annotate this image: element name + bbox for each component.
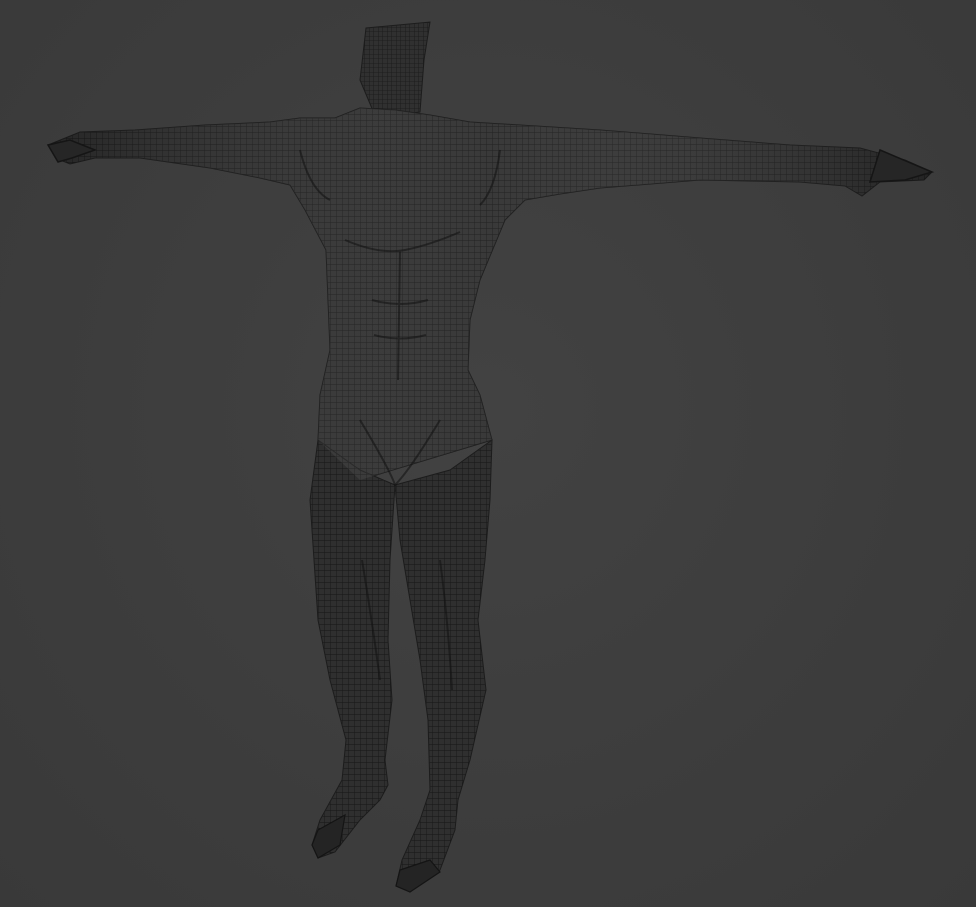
mesh-render <box>46 21 935 893</box>
mesh-leg-left <box>309 439 396 859</box>
3d-viewport[interactable] <box>0 0 976 907</box>
mesh-neck <box>359 21 431 119</box>
mesh-leg-right <box>394 439 493 893</box>
humanoid-mesh <box>46 21 935 893</box>
